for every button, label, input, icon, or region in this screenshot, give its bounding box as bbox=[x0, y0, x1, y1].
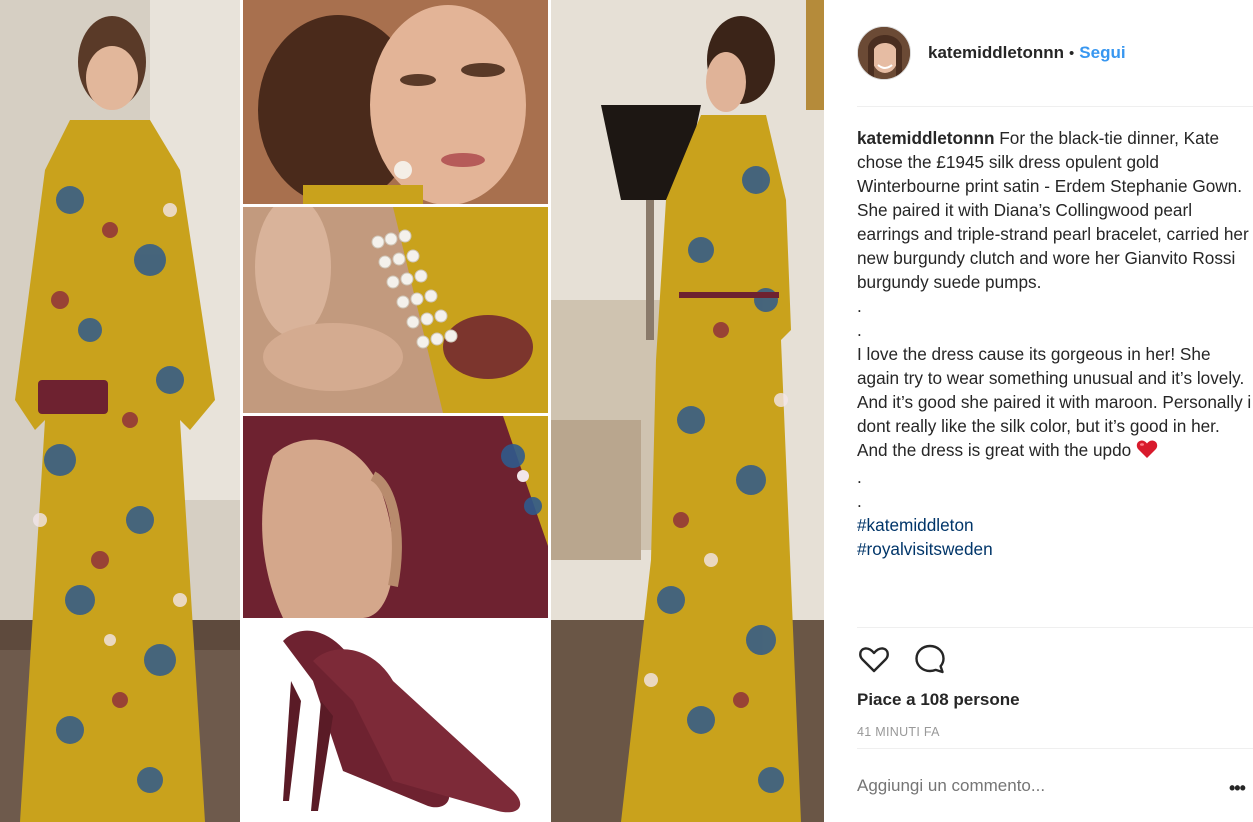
caption-text-2: I love the dress cause its gorgeous in h… bbox=[857, 344, 1252, 460]
speech-bubble-icon[interactable] bbox=[913, 642, 947, 676]
comment-input[interactable] bbox=[857, 776, 1207, 796]
photo-full-length-front bbox=[0, 0, 240, 822]
heart-outline-icon[interactable] bbox=[857, 642, 891, 676]
red-heart-emoji bbox=[1136, 439, 1158, 465]
caption-dot: . bbox=[857, 296, 862, 316]
caption-dot: . bbox=[857, 491, 862, 511]
post-actions bbox=[857, 642, 947, 676]
divider bbox=[857, 106, 1253, 107]
post-timestamp[interactable]: 41 MINUTI FA bbox=[857, 725, 940, 739]
like-count[interactable]: Piace a 108 persone bbox=[857, 690, 1020, 710]
caption-dot: . bbox=[857, 467, 862, 487]
separator-dot: • bbox=[1069, 44, 1075, 62]
photo-face-closeup bbox=[243, 0, 548, 204]
caption-username[interactable]: katemiddletonnn bbox=[857, 128, 995, 148]
caption-dot: . bbox=[857, 320, 862, 340]
hashtag-link[interactable]: #royalvisitsweden bbox=[857, 537, 1253, 561]
divider bbox=[857, 627, 1253, 628]
avatar[interactable] bbox=[857, 26, 911, 80]
photo-full-length-profile bbox=[551, 0, 824, 822]
photo-burgundy-clutch bbox=[243, 416, 548, 618]
hashtag-link[interactable]: #katemiddleton bbox=[857, 513, 1253, 537]
divider bbox=[857, 748, 1253, 749]
caption-text-1: For the black-tie dinner, Kate chose the… bbox=[857, 128, 1249, 292]
photo-burgundy-pumps bbox=[243, 621, 548, 822]
post-caption: katemiddletonnn For the black-tie dinner… bbox=[857, 126, 1253, 561]
follow-button[interactable]: Segui bbox=[1079, 43, 1125, 63]
ellipsis-icon[interactable]: ••• bbox=[1229, 778, 1246, 799]
post-username[interactable]: katemiddletonnn bbox=[928, 43, 1064, 63]
photo-pearl-bracelet bbox=[243, 207, 548, 413]
post-sidebar: katemiddletonnn • Segui katemiddletonnn … bbox=[824, 0, 1253, 822]
post-image[interactable] bbox=[0, 0, 824, 822]
post-header: katemiddletonnn • Segui bbox=[857, 25, 1253, 81]
